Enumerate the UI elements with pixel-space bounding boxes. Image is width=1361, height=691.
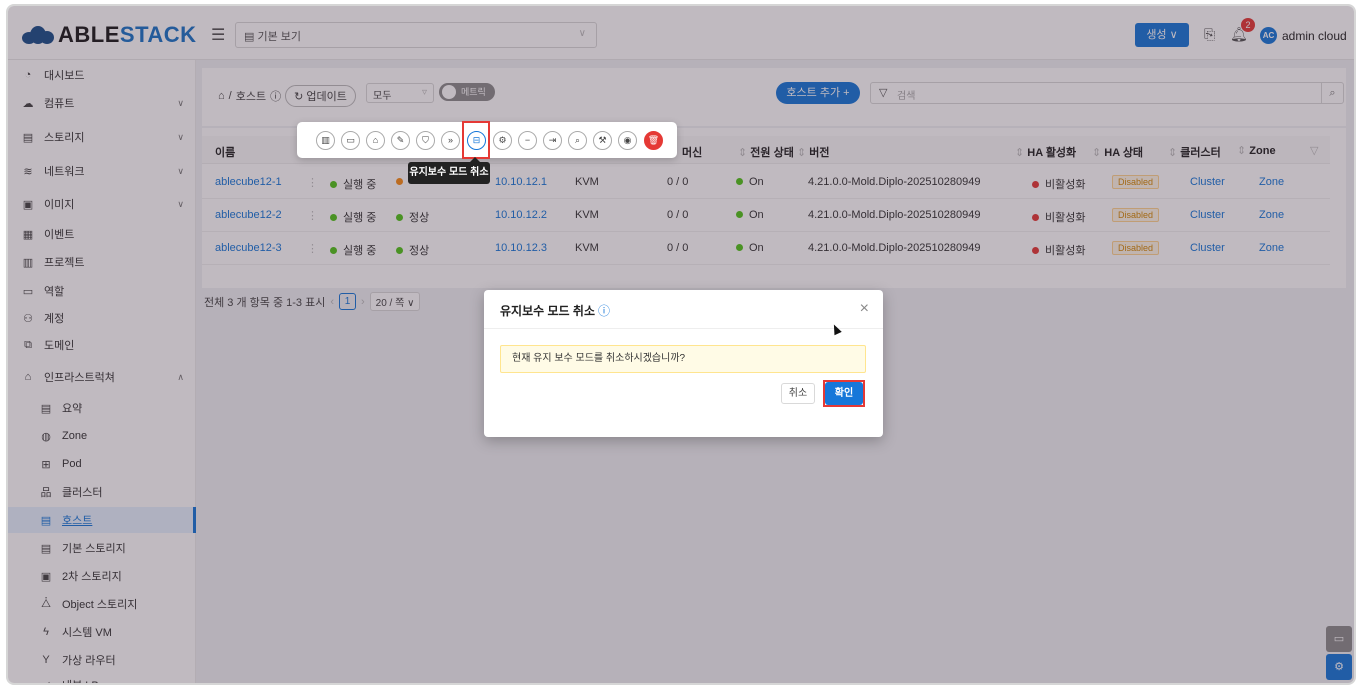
- forward-icon[interactable]: »: [441, 131, 460, 150]
- dialog-message: 현재 유지 보수 모드를 취소하시겠습니까?: [500, 345, 866, 373]
- gear-icon[interactable]: ⚙: [493, 131, 512, 150]
- dialog-title-text: 유지보수 모드 취소: [500, 304, 595, 318]
- help-icon[interactable]: ⓘ: [598, 304, 610, 318]
- bank-icon[interactable]: ⌂: [366, 131, 385, 150]
- minus-circle-icon[interactable]: −: [518, 131, 537, 150]
- confirm-dialog: 유지보수 모드 취소 ⓘ × 현재 유지 보수 모드를 취소하시겠습니까? 취소 …: [484, 290, 883, 437]
- cancel-button[interactable]: 취소: [781, 383, 815, 404]
- edit-icon[interactable]: ✎: [391, 131, 410, 150]
- dialog-title: 유지보수 모드 취소 ⓘ: [500, 302, 610, 319]
- console-icon[interactable]: ▭: [341, 131, 360, 150]
- app-window: ABLE STACK ☰ ▤ 기본 보기 ∨ 생성 ∨ ⎘ 🔔︎ 2 AC adm…: [6, 4, 1356, 685]
- action-highlight-box: [462, 121, 490, 159]
- eye-icon[interactable]: ◉: [618, 131, 637, 150]
- divider: [484, 328, 883, 329]
- shield-icon[interactable]: ⛉: [416, 131, 435, 150]
- action-tooltip: 유지보수 모드 취소: [408, 162, 490, 184]
- metrics-chart-icon[interactable]: ▥: [316, 131, 335, 150]
- wrench-icon[interactable]: ⚒: [593, 131, 612, 150]
- logout-icon[interactable]: ⇥: [543, 131, 562, 150]
- delete-icon[interactable]: 🗑︎: [644, 131, 663, 150]
- confirm-highlight-box: [823, 380, 865, 407]
- close-icon[interactable]: ×: [860, 300, 869, 318]
- search-icon[interactable]: ⌕: [568, 131, 587, 150]
